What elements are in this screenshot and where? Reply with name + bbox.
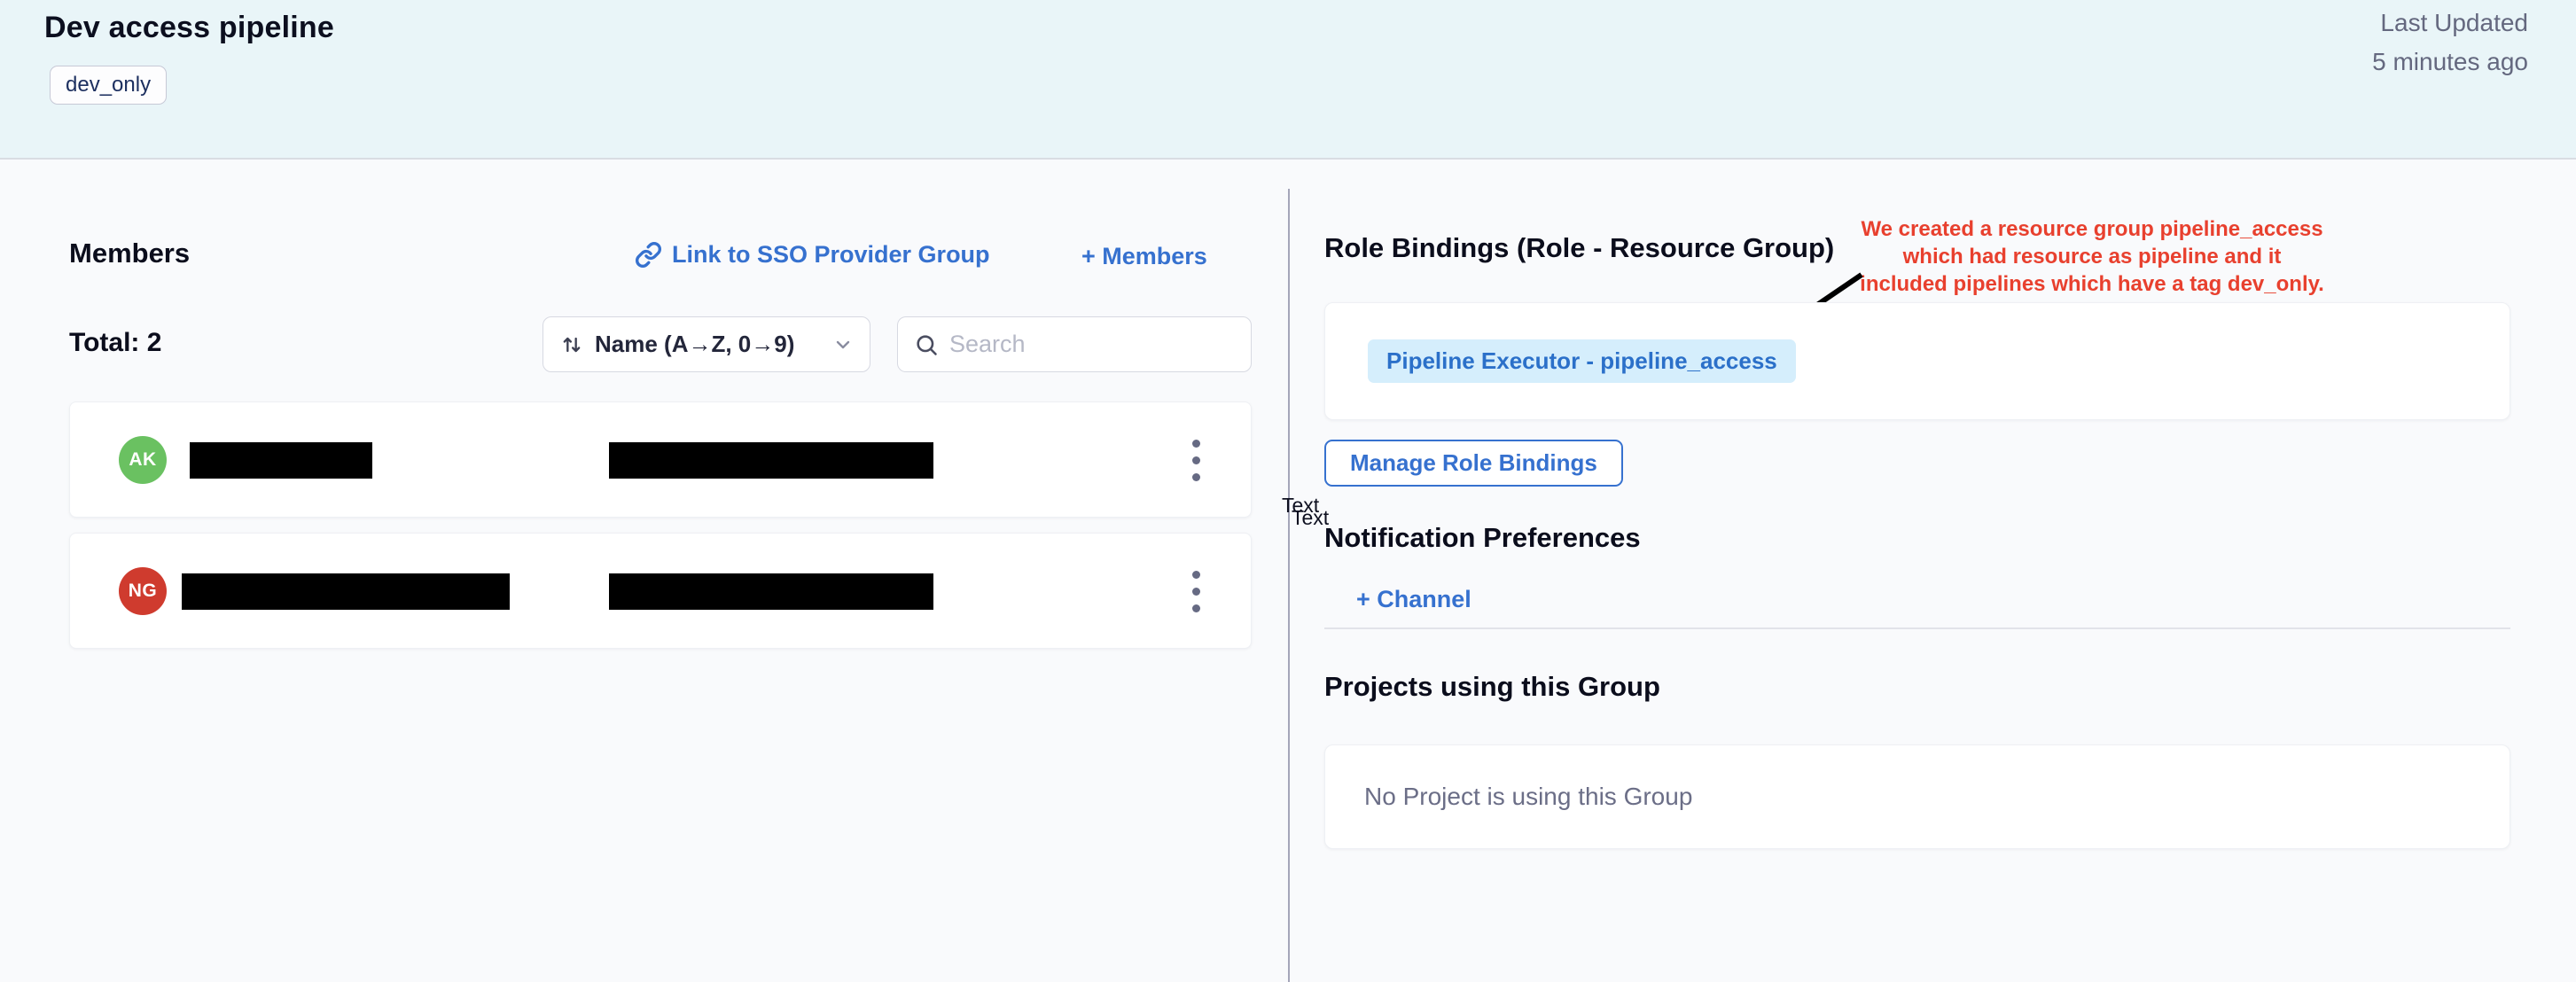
manage-role-bindings-button[interactable]: Manage Role Bindings [1324, 440, 1623, 487]
stray-text-label: Text [1292, 506, 1329, 530]
member-options-menu-button[interactable] [1169, 534, 1222, 650]
sort-selected-value: Name (A→Z, 0→9) [595, 331, 822, 358]
last-updated-value: 5 minutes ago [2372, 43, 2528, 82]
avatar: AK [119, 436, 167, 484]
link-sso-provider-group-button[interactable]: Link to SSO Provider Group [635, 241, 990, 269]
member-options-menu-button[interactable] [1169, 402, 1222, 518]
last-updated: Last Updated 5 minutes ago [2372, 4, 2528, 82]
avatar: NG [119, 567, 167, 615]
page-header: Dev access pipeline dev_only Last Update… [0, 0, 2576, 160]
role-bindings-card: Pipeline Executor - pipeline_access [1324, 302, 2510, 420]
member-row: NG [69, 533, 1252, 649]
group-tag-chip: dev_only [50, 66, 167, 105]
role-bindings-heading: Role Bindings (Role - Resource Group) [1324, 232, 1834, 264]
member-search [897, 316, 1252, 372]
member-email-redacted [609, 573, 933, 610]
members-heading: Members [69, 238, 190, 269]
search-input[interactable] [949, 331, 1235, 358]
member-row: AK [69, 401, 1252, 518]
member-name-redacted [190, 442, 372, 479]
search-icon [914, 332, 939, 357]
add-channel-button[interactable]: + Channel [1356, 586, 1471, 613]
projects-empty-message: No Project is using this Group [1364, 783, 1692, 811]
link-icon [635, 241, 662, 269]
section-divider [1324, 627, 2510, 629]
last-updated-label: Last Updated [2372, 4, 2528, 43]
member-name-redacted [182, 573, 510, 610]
projects-empty-card: No Project is using this Group [1324, 744, 2510, 849]
notification-preferences-heading: Notification Preferences [1324, 522, 1641, 554]
link-sso-label: Link to SSO Provider Group [672, 241, 990, 269]
member-email-redacted [609, 442, 933, 479]
chevron-down-icon [832, 334, 854, 355]
page-title: Dev access pipeline [44, 11, 334, 45]
members-total: Total: 2 [69, 328, 161, 358]
panel-divider [1288, 189, 1290, 982]
user-group-detail-page: Dev access pipeline dev_only Last Update… [0, 0, 2576, 982]
role-binding-chip[interactable]: Pipeline Executor - pipeline_access [1368, 339, 1796, 383]
sort-dropdown[interactable]: Name (A→Z, 0→9) [543, 316, 870, 372]
sort-arrows-icon [559, 332, 584, 357]
add-members-button[interactable]: + Members [1081, 243, 1207, 270]
projects-heading: Projects using this Group [1324, 671, 1660, 703]
